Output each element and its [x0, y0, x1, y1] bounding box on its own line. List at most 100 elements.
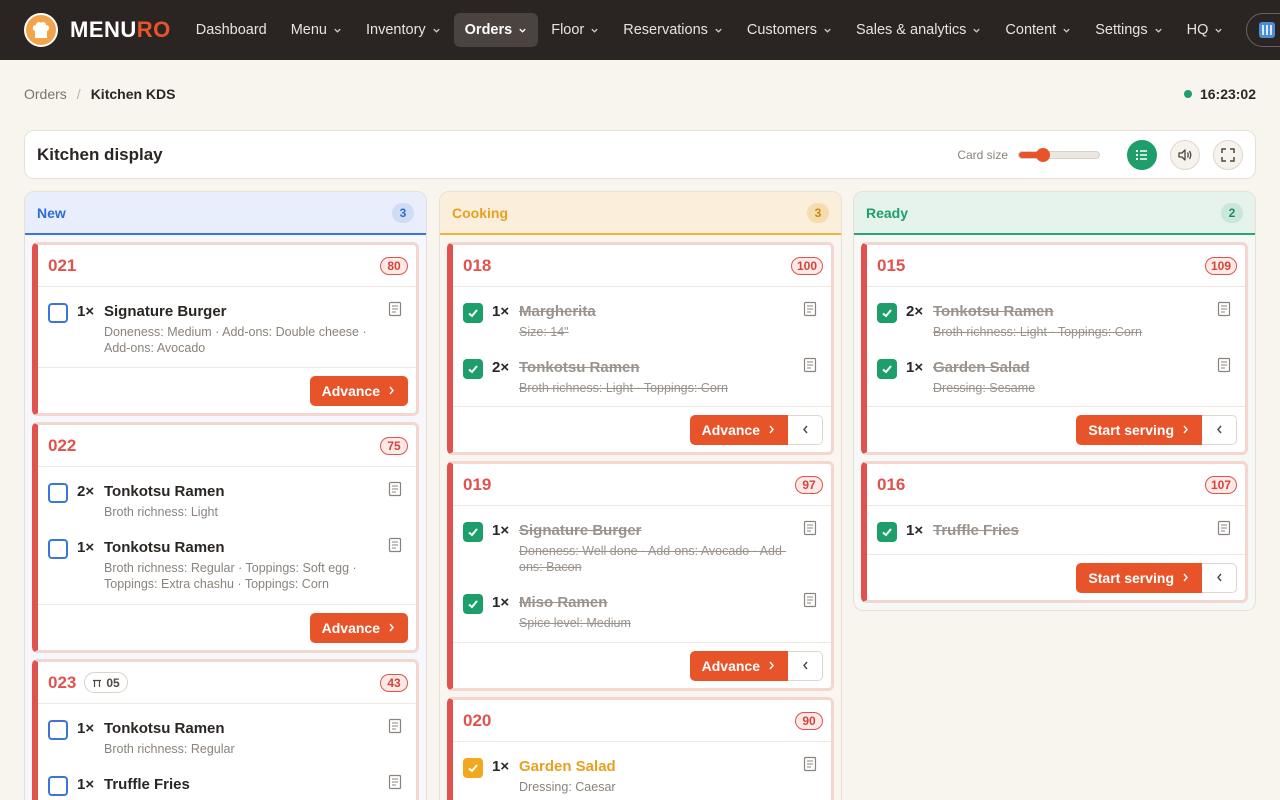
nav-menu[interactable]: Menu — [280, 13, 353, 47]
check-icon — [882, 528, 892, 537]
item-modifiers: Broth richness: Light — [104, 505, 218, 519]
move-back-button[interactable] — [788, 414, 823, 445]
fullscreen-icon — [1221, 147, 1235, 162]
item-checkbox-checked[interactable] — [877, 303, 897, 323]
advance-button[interactable]: Advance — [309, 612, 408, 643]
sound-toggle-button[interactable] — [1170, 139, 1200, 170]
chevron-left-icon — [1216, 573, 1222, 582]
clock-time: 16:23:02 — [1199, 86, 1256, 102]
card-size-slider-thumb[interactable] — [1036, 147, 1050, 162]
item-checkbox[interactable] — [48, 720, 68, 740]
elapsed-timer-badge: 97 — [795, 475, 823, 494]
store-switcher[interactable]: Me — [1246, 13, 1280, 47]
item-name: Garden Salad — [933, 359, 1030, 376]
item-name: Miso Ramen — [519, 594, 608, 611]
item-checkbox-checked[interactable] — [463, 359, 483, 379]
chevron-right-icon — [389, 386, 394, 395]
fullscreen-button[interactable] — [1213, 139, 1243, 170]
move-back-button[interactable] — [1202, 414, 1237, 445]
notes-icon[interactable] — [388, 537, 402, 553]
item-checkbox[interactable] — [48, 483, 68, 503]
column-title: Cooking — [452, 204, 508, 221]
notes-icon[interactable] — [1217, 301, 1231, 317]
breadcrumb-separator: / — [76, 86, 81, 102]
check-icon — [468, 764, 478, 773]
notes-icon[interactable] — [803, 756, 817, 772]
order-item: 2× Tonkotsu Ramen Broth richness: Light … — [867, 287, 1245, 343]
app-logo[interactable]: MENURO — [24, 13, 171, 47]
nav-floor[interactable]: Floor — [540, 13, 610, 47]
nav-dashboard[interactable]: Dashboard — [185, 13, 278, 47]
item-modifiers: Broth richness: Regular · Toppings: Soft… — [104, 561, 357, 591]
item-modifiers: Size: 14" — [519, 325, 569, 339]
item-checkbox-checked[interactable] — [463, 303, 483, 323]
notes-icon[interactable] — [388, 774, 402, 790]
order-number: 021 — [48, 255, 77, 275]
notes-icon[interactable] — [1217, 357, 1231, 373]
nav-orders[interactable]: Orders — [453, 13, 539, 47]
advance-button[interactable]: Advance — [689, 414, 788, 445]
chevron-down-icon — [334, 28, 341, 33]
chevron-right-icon — [1183, 425, 1188, 434]
advance-button[interactable]: Advance — [309, 375, 408, 406]
notes-icon[interactable] — [803, 520, 817, 536]
order-card-header: 015 109 — [867, 245, 1245, 287]
nav-settings[interactable]: Settings — [1084, 13, 1173, 47]
nav-hq[interactable]: HQ — [1176, 13, 1235, 47]
item-quantity: 1× — [77, 303, 95, 320]
order-number: 016 — [877, 474, 906, 494]
item-checkbox-checked[interactable] — [463, 594, 483, 614]
nav-sales-analytics[interactable]: Sales & analytics — [845, 13, 992, 47]
order-card-header: 020 90 — [453, 700, 831, 742]
advance-button[interactable]: Advance — [689, 650, 788, 681]
start-serving-button[interactable]: Start serving — [1076, 562, 1202, 593]
notes-icon[interactable] — [388, 718, 402, 734]
move-back-button[interactable] — [1202, 562, 1237, 593]
chevron-left-icon — [802, 425, 808, 434]
start-serving-button[interactable]: Start serving — [1076, 414, 1202, 445]
notes-icon[interactable] — [1217, 520, 1231, 536]
item-checkbox-checked[interactable] — [877, 522, 897, 542]
move-back-button[interactable] — [788, 650, 823, 681]
check-icon — [468, 600, 478, 609]
card-size-slider[interactable] — [1018, 147, 1100, 162]
nav-content[interactable]: Content — [994, 13, 1082, 47]
column-cooking: Cooking 3 018 100 1× Margherita Size: 14… — [439, 191, 842, 800]
item-checkbox[interactable] — [48, 303, 68, 323]
breadcrumb-orders-link[interactable]: Orders — [24, 86, 67, 102]
notes-icon[interactable] — [803, 592, 817, 608]
notes-icon[interactable] — [388, 301, 402, 317]
item-checkbox-partial[interactable] — [463, 758, 483, 778]
item-modifiers: Doneness: Well done · Add-ons: Avocado ·… — [519, 544, 787, 574]
order-number: 015 — [877, 255, 906, 275]
card-size-label: Card size — [957, 147, 1008, 162]
page-title: Kitchen display — [37, 144, 163, 164]
order-card-header: 022 75 — [38, 425, 416, 467]
order-item: 1× Miso Ramen Spice level: Medium — [453, 578, 831, 642]
column-title: Ready — [866, 204, 909, 221]
item-quantity: 2× — [906, 303, 924, 320]
item-checkbox-checked[interactable] — [463, 522, 483, 542]
item-name: Tonkotsu Ramen — [519, 359, 640, 376]
order-card-footer: Advance — [38, 367, 416, 413]
elapsed-timer-badge: 80 — [380, 256, 408, 275]
item-checkbox[interactable] — [48, 539, 68, 559]
nav-inventory[interactable]: Inventory — [355, 13, 452, 47]
list-view-button[interactable] — [1127, 139, 1157, 170]
order-card-footer: Advance — [453, 642, 831, 688]
nav-reservations[interactable]: Reservations — [612, 13, 734, 47]
nav-customers[interactable]: Customers — [736, 13, 843, 47]
notes-icon[interactable] — [803, 357, 817, 373]
app-name: MENURO — [70, 17, 171, 42]
chevron-down-icon — [432, 28, 440, 33]
item-checkbox-checked[interactable] — [877, 359, 897, 379]
item-checkbox[interactable] — [48, 776, 68, 796]
item-quantity: 2× — [77, 483, 95, 500]
item-modifiers: Doneness: Medium · Add-ons: Double chees… — [104, 325, 367, 355]
notes-icon[interactable] — [803, 301, 817, 317]
chevron-left-icon — [1216, 425, 1222, 434]
notes-icon[interactable] — [388, 481, 402, 497]
order-card-018: 018 100 1× Margherita Size: 14" 2× Tonko… — [447, 242, 834, 455]
column-ready: Ready 2 015 109 2× Tonkotsu Ramen Broth … — [853, 191, 1256, 611]
breadcrumb: Orders / Kitchen KDS — [24, 86, 175, 102]
